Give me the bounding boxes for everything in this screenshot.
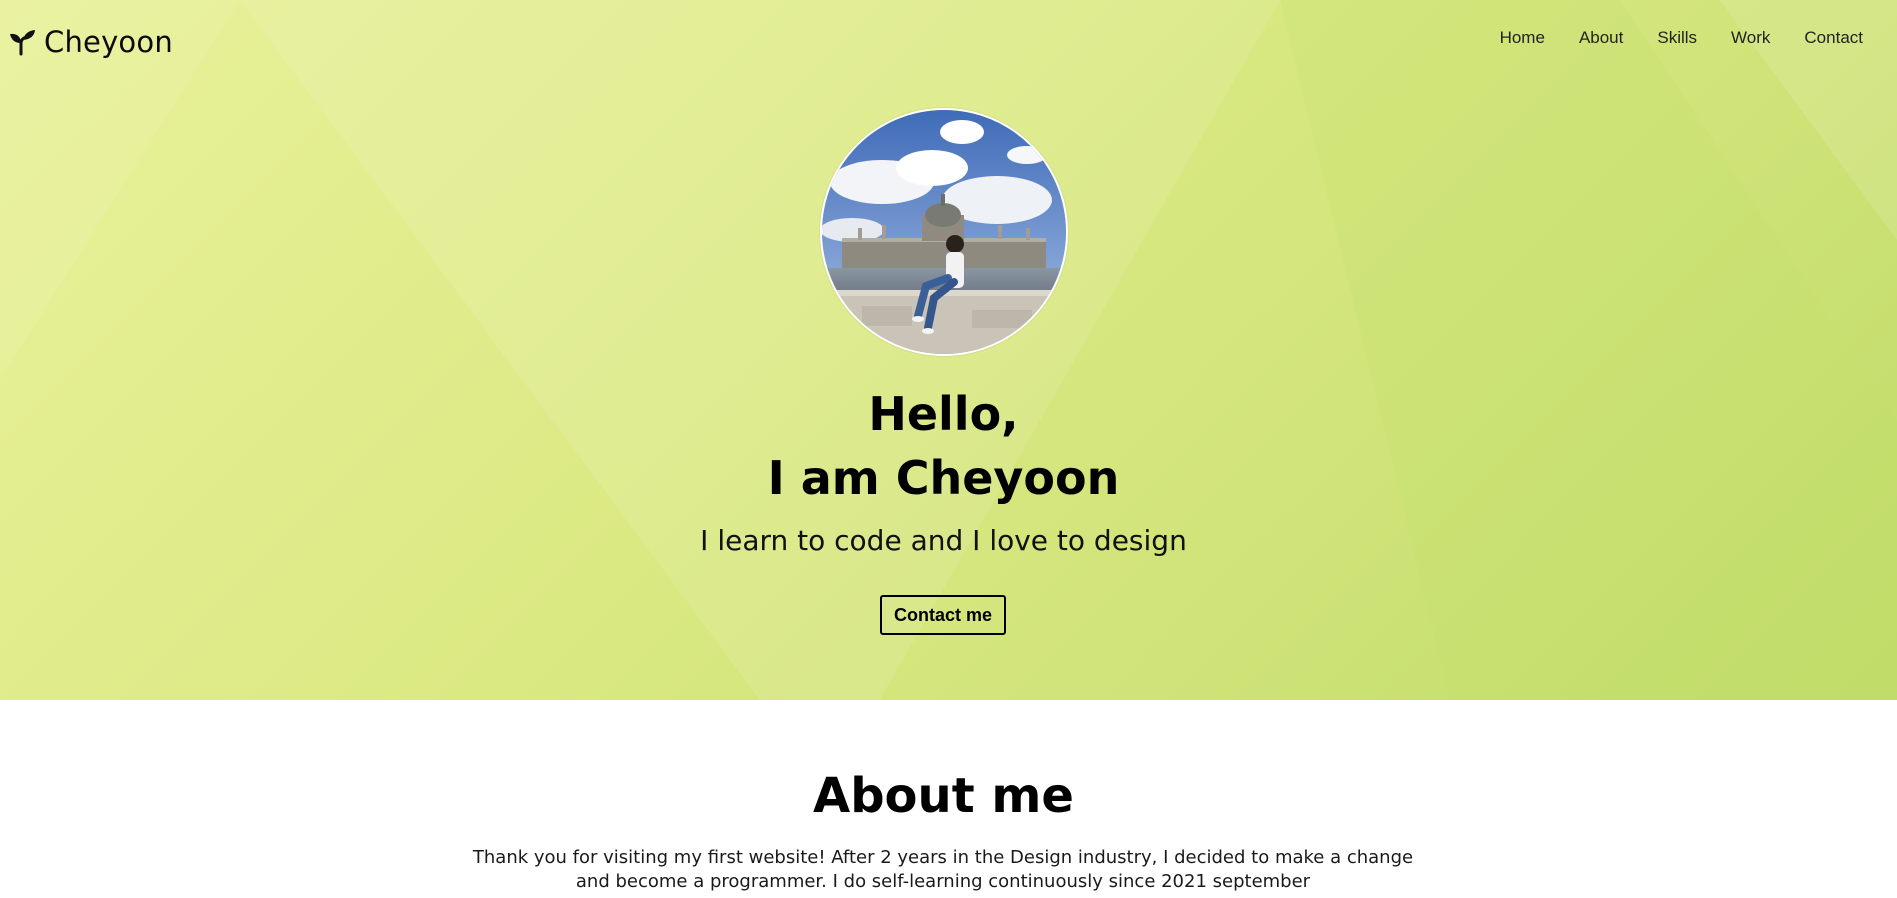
brand-name: Cheyoon	[44, 25, 173, 59]
top-navbar: Cheyoon Home About Skills Work Contact	[0, 0, 1897, 80]
nav-link-work[interactable]: Work	[1731, 28, 1770, 47]
contact-me-button[interactable]: Contact me	[880, 595, 1006, 635]
hero-tagline: I learn to code and I love to design	[700, 524, 1187, 557]
nav-link-about[interactable]: About	[1579, 28, 1623, 47]
nav-link-contact[interactable]: Contact	[1804, 28, 1863, 47]
about-text: Thank you for visiting my first website!…	[472, 847, 1414, 892]
about-title: About me	[813, 768, 1074, 824]
nav-menu: Home About Skills Work Contact	[1500, 28, 1863, 48]
nav-link-skills[interactable]: Skills	[1657, 28, 1697, 47]
nav-item-home: Home	[1500, 28, 1545, 48]
hero-section: Cheyoon Home About Skills Work Contact H…	[0, 0, 1897, 700]
greeting-line-1: Hello,	[868, 387, 1019, 441]
nav-item-contact: Contact	[1804, 28, 1863, 48]
sprout-icon	[8, 28, 36, 56]
nav-item-work: Work	[1731, 28, 1770, 48]
greeting-line-2: I am Cheyoon	[767, 451, 1120, 505]
nav-item-skills: Skills	[1657, 28, 1697, 48]
hero-greeting: Hello, I am Cheyoon	[0, 382, 1887, 510]
nav-link-home[interactable]: Home	[1500, 28, 1545, 47]
profile-avatar	[820, 108, 1068, 356]
brand-logo[interactable]: Cheyoon	[8, 22, 173, 62]
nav-item-about: About	[1579, 28, 1623, 48]
about-section: About me Thank you for visiting my first…	[0, 700, 1897, 898]
